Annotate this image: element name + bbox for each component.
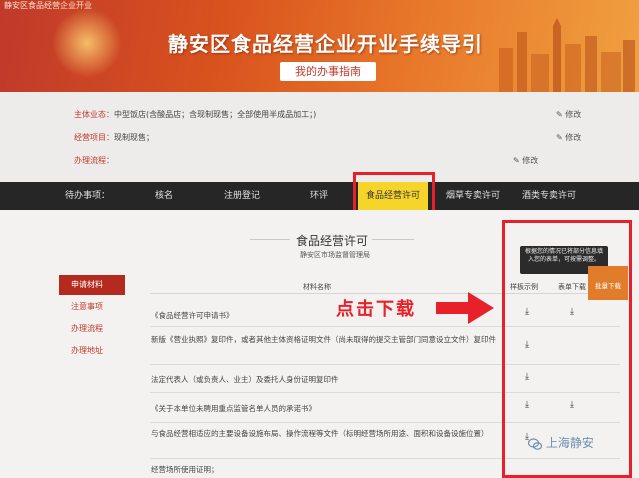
sidebar-item-address[interactable]: 办理地址	[59, 341, 125, 361]
batch-download-label: 批量下载	[595, 282, 621, 290]
banner-sun-decoration	[52, 8, 122, 78]
edit-business-items-button[interactable]: ✎ 修改	[556, 132, 581, 143]
title-divider-left	[250, 239, 290, 240]
table-row: 新版《营业执照》复印件，或者其他主体资格证明文件（尚未取得的提交主管部门同意设立…	[151, 335, 496, 344]
sidebar-item-notes[interactable]: 注意事项	[59, 297, 125, 317]
pencil-icon: ✎	[556, 133, 563, 142]
business-info-panel: 主体业态：中型饭店(含酸品店；含现制现售；全部使用半成品加工；) ✎ 修改 经营…	[0, 92, 639, 182]
tab-environment[interactable]: 环评	[310, 182, 328, 210]
wechat-icon	[528, 437, 542, 450]
tab-tobacco-license[interactable]: 烟草专卖许可	[446, 182, 500, 210]
info-row-business-items: 经营项目：现制现售；	[74, 133, 154, 142]
batch-download-button[interactable]: 批量下载	[588, 266, 628, 300]
tab-liquor-license[interactable]: 酒类专卖许可	[522, 182, 576, 210]
watermark-text: 上海静安	[545, 436, 594, 450]
section-subtitle: 静安区市场监督管理局	[300, 251, 370, 259]
watermark: 上海静安	[528, 434, 594, 451]
table-row: 与食品经营相适应的主要设备设施布局、操作流程等文件（标明经营场所用途、面积和设备…	[151, 429, 489, 438]
nav-prefix: 待办事项：	[65, 191, 111, 201]
table-row: 经营场所使用证明；	[151, 465, 219, 474]
table-row: 《关于本单位未聘用重点监管名单人员的承诺书》	[151, 404, 316, 413]
tab-registration[interactable]: 注册登记	[224, 182, 260, 210]
header-material-name: 材料名称	[303, 283, 331, 291]
page-title: 静安区食品经营企业开业手续导引	[168, 32, 483, 56]
page-subtitle: 我的办事指南	[280, 62, 376, 81]
info-row-business-type: 主体业态：中型饭店(含酸品店；含现制现售；全部使用半成品加工；)	[74, 110, 317, 119]
table-row: 《食品经营许可申请书》	[151, 311, 234, 320]
info-row-process: 办理流程：	[74, 156, 114, 165]
title-divider-right	[372, 239, 414, 240]
click-download-annotation: 点击下载	[336, 299, 416, 320]
section-title: 食品经营许可	[296, 234, 369, 248]
skyline-illustration	[499, 18, 635, 92]
sidebar-item-process[interactable]: 办理流程	[59, 319, 125, 339]
todo-nav-bar: 待办事项： 核名 注册登记 环评 食品经营许可 烟草专卖许可 酒类专卖许可	[0, 182, 639, 210]
arrow-right-icon	[436, 292, 494, 324]
pencil-icon: ✎	[556, 110, 563, 119]
edit-business-type-button[interactable]: ✎ 修改	[556, 109, 581, 120]
edit-process-button[interactable]: ✎ 修改	[513, 155, 538, 166]
table-row: 法定代表人（或负责人、业主）及委托人身份证明复印件	[151, 375, 339, 384]
tab-name-check[interactable]: 核名	[155, 182, 173, 210]
sidebar-item-materials[interactable]: 申请材料	[59, 275, 125, 295]
header-banner: 静安区食品经营企业开业 静安区食品经营企业开业手续导引 我的办事指南	[0, 0, 639, 92]
pencil-icon: ✎	[513, 156, 520, 165]
